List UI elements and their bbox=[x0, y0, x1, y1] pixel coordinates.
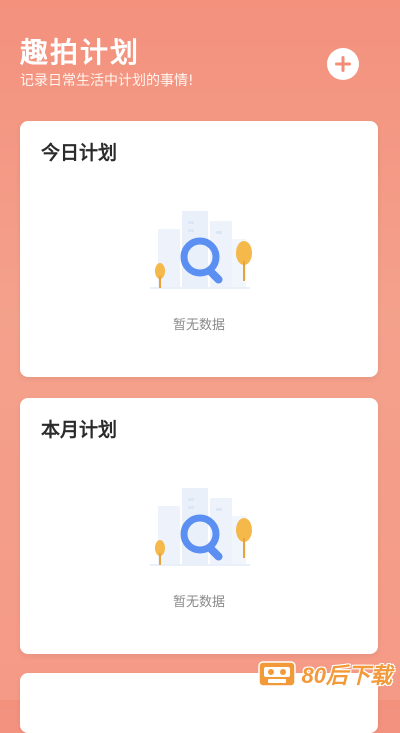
empty-search-illustration bbox=[150, 211, 252, 289]
empty-search-illustration bbox=[150, 488, 252, 566]
cassette-logo-icon bbox=[257, 661, 296, 687]
plus-icon bbox=[335, 56, 351, 72]
card-title: 今日计划 bbox=[41, 142, 118, 164]
page-subtitle: 记录日常生活中计划的事情! bbox=[20, 73, 194, 89]
card-title: 本月计划 bbox=[41, 419, 118, 441]
today-plan-card[interactable]: 今日计划 暂无数据 bbox=[20, 121, 378, 377]
add-plan-button[interactable] bbox=[327, 48, 359, 80]
page-title: 趣拍计划 bbox=[20, 36, 141, 69]
month-plan-card[interactable]: 本月计划 暂无数据 bbox=[20, 398, 378, 654]
empty-state-text: 暂无数据 bbox=[172, 595, 225, 610]
watermark-text: 80后下载 bbox=[301, 663, 392, 688]
watermark: 80后下载 bbox=[257, 658, 392, 690]
empty-state-text: 暂无数据 bbox=[172, 318, 225, 333]
